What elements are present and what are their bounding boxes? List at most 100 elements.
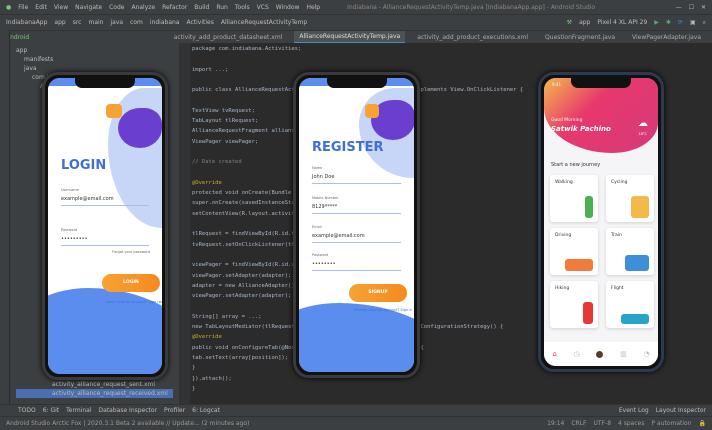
tree-item[interactable]: activity_alliance_request_received.xml bbox=[16, 389, 173, 398]
breadcrumb-indiabana[interactable]: indiabana bbox=[150, 19, 180, 26]
file-encoding[interactable]: UTF-8 bbox=[594, 420, 612, 427]
cycling-icon bbox=[631, 196, 649, 218]
menu-window[interactable]: Window bbox=[276, 4, 300, 11]
project-view-select[interactable]: Android bbox=[6, 34, 162, 41]
sdk-manager-icon[interactable]: ▣ bbox=[690, 19, 696, 26]
tool-logcat[interactable]: 6: Logcat bbox=[192, 407, 220, 414]
menu-refactor[interactable]: Refactor bbox=[162, 4, 187, 11]
avatar[interactable] bbox=[596, 350, 604, 358]
tab-datasheet-xml[interactable]: activity_add_product_datasheet.xml bbox=[169, 32, 288, 43]
maximize-button[interactable]: ☐ bbox=[689, 4, 694, 11]
password-label: Password bbox=[312, 253, 329, 257]
tool-profiler[interactable]: Profiler bbox=[164, 407, 185, 414]
email-input[interactable]: example@email.com bbox=[61, 196, 149, 206]
tool-git[interactable]: 6: Git bbox=[43, 407, 59, 414]
tool-todo[interactable]: TODO bbox=[18, 407, 36, 414]
cursor-position[interactable]: 19:14 bbox=[547, 420, 564, 427]
card-train[interactable]: Train bbox=[606, 228, 654, 275]
card-walking[interactable]: Walking bbox=[550, 175, 598, 222]
tab-alliance-request-java[interactable]: AllianceRequestActivityTemp.java bbox=[294, 31, 406, 43]
stats-icon[interactable]: ▥ bbox=[620, 350, 627, 358]
minimize-button[interactable]: — bbox=[676, 4, 682, 11]
status-message[interactable]: Android Studio Arctic Fox | 2020.3.1 Bet… bbox=[6, 420, 249, 427]
login-button[interactable]: LOGIN bbox=[102, 274, 160, 292]
register-title: REGISTER bbox=[312, 140, 384, 155]
card-cycling[interactable]: Cycling bbox=[606, 175, 654, 222]
password-input[interactable]: •••••••• bbox=[312, 261, 401, 271]
history-icon[interactable]: ◷ bbox=[574, 350, 580, 358]
device-select[interactable]: Pixel 4 XL API 29 bbox=[597, 19, 647, 26]
breadcrumb-com[interactable]: com bbox=[130, 19, 143, 26]
menu-navigate[interactable]: Navigate bbox=[75, 4, 102, 11]
breadcrumb-main[interactable]: main bbox=[88, 19, 103, 26]
tool-terminal[interactable]: Terminal bbox=[66, 407, 91, 414]
menu-help[interactable]: Help bbox=[306, 4, 320, 11]
cloud-icon: ☁ bbox=[638, 118, 648, 129]
bell-icon[interactable]: ◔ bbox=[643, 350, 649, 358]
line-separator[interactable]: CRLF bbox=[571, 420, 586, 427]
password-input[interactable]: ••••••••• bbox=[61, 236, 149, 246]
breadcrumb-project[interactable]: IndiabanaApp bbox=[6, 19, 47, 26]
status-bar: Android Studio Arctic Fox | 2020.3.1 Bet… bbox=[0, 416, 712, 430]
tab-viewpager-adapter[interactable]: ViewPagerAdapter.java bbox=[627, 32, 706, 43]
phone-input[interactable]: 8129***** bbox=[312, 204, 401, 214]
indent-setting[interactable]: 4 spaces bbox=[618, 420, 644, 427]
card-flight[interactable]: Flight bbox=[606, 281, 654, 328]
run-icon[interactable]: ▶ bbox=[654, 19, 659, 26]
menu-view[interactable]: View bbox=[54, 4, 68, 11]
tool-database-inspector[interactable]: Database Inspector bbox=[99, 407, 158, 414]
menu-edit[interactable]: Edit bbox=[35, 4, 47, 11]
home-icon[interactable]: ⌂ bbox=[552, 350, 556, 358]
debug-icon[interactable]: ✱ bbox=[666, 19, 671, 26]
card-hiking[interactable]: Hiking bbox=[550, 281, 598, 328]
breadcrumb-app[interactable]: app bbox=[54, 19, 65, 26]
card-label: Walking bbox=[555, 180, 573, 185]
status-time: 9:41 bbox=[552, 82, 561, 87]
journey-screen: 9:41 Good Morning Satwik Pachino ☁ 18°C … bbox=[544, 78, 658, 366]
tree-item[interactable]: activity_alliance_request_sent.xml bbox=[16, 380, 173, 389]
menu-build[interactable]: Build bbox=[194, 4, 209, 11]
card-label: Driving bbox=[555, 233, 572, 238]
tab-executions-xml[interactable]: activity_add_product_executions.xml bbox=[412, 32, 533, 43]
run-config-select[interactable]: app bbox=[579, 19, 590, 26]
signup-link[interactable]: Don't have an account? Sign up bbox=[106, 300, 162, 304]
login-screen: LOGIN Username example@email.com Passwor… bbox=[48, 78, 162, 374]
breadcrumb-class[interactable]: AllianceRequestActivityTemp bbox=[221, 19, 307, 26]
tab-question-fragment[interactable]: QuestionFragment.java bbox=[540, 32, 620, 43]
signup-button[interactable]: SIGNUP bbox=[349, 284, 407, 302]
menu-tools[interactable]: Tools bbox=[235, 4, 250, 11]
code-line: }).attach(); bbox=[192, 375, 232, 382]
walking-icon bbox=[585, 196, 593, 218]
close-button[interactable]: ✕ bbox=[701, 4, 706, 11]
git-branch[interactable]: P automation bbox=[651, 420, 691, 427]
car-icon bbox=[565, 259, 593, 271]
name-input[interactable]: John Doe bbox=[312, 174, 401, 184]
password-label: Password bbox=[61, 228, 78, 232]
tool-layout-inspector[interactable]: Layout Inspector bbox=[656, 407, 706, 414]
menu-run[interactable]: Run bbox=[216, 4, 228, 11]
menu-code[interactable]: Code bbox=[109, 4, 124, 11]
phone-login-mockup: LOGIN Username example@email.com Passwor… bbox=[42, 72, 168, 380]
menu-analyze[interactable]: Analyze bbox=[131, 4, 155, 11]
hiking-icon bbox=[583, 302, 593, 324]
forgot-password-link[interactable]: Forgot your password bbox=[112, 250, 150, 254]
menu-file[interactable]: File bbox=[18, 4, 28, 11]
window-title: Indiabana - AllianceRequestActivityTemp.… bbox=[347, 3, 596, 11]
search-icon[interactable]: ⌕ bbox=[703, 19, 706, 27]
breadcrumb-activities[interactable]: Activities bbox=[186, 19, 213, 26]
lock-icon[interactable]: 🔒 bbox=[699, 420, 706, 427]
signin-link[interactable]: Already have an account? Sign in bbox=[354, 308, 412, 312]
tree-item[interactable]: app bbox=[16, 46, 173, 55]
tool-event-log[interactable]: Event Log bbox=[619, 407, 649, 414]
sync-icon[interactable]: ⟳ bbox=[678, 19, 683, 26]
header-wave bbox=[544, 78, 658, 153]
email-input[interactable]: example@email.com bbox=[312, 233, 401, 243]
editor-gutter bbox=[180, 43, 190, 404]
tree-item[interactable]: manifests bbox=[16, 55, 173, 64]
breadcrumb-src[interactable]: src bbox=[73, 19, 82, 26]
section-title: Start a new journey bbox=[551, 162, 601, 168]
menu-vcs[interactable]: VCS bbox=[257, 4, 269, 11]
card-driving[interactable]: Driving bbox=[550, 228, 598, 275]
breadcrumb-java[interactable]: java bbox=[110, 19, 123, 26]
build-hammer-icon[interactable]: ⚒ bbox=[567, 19, 572, 26]
